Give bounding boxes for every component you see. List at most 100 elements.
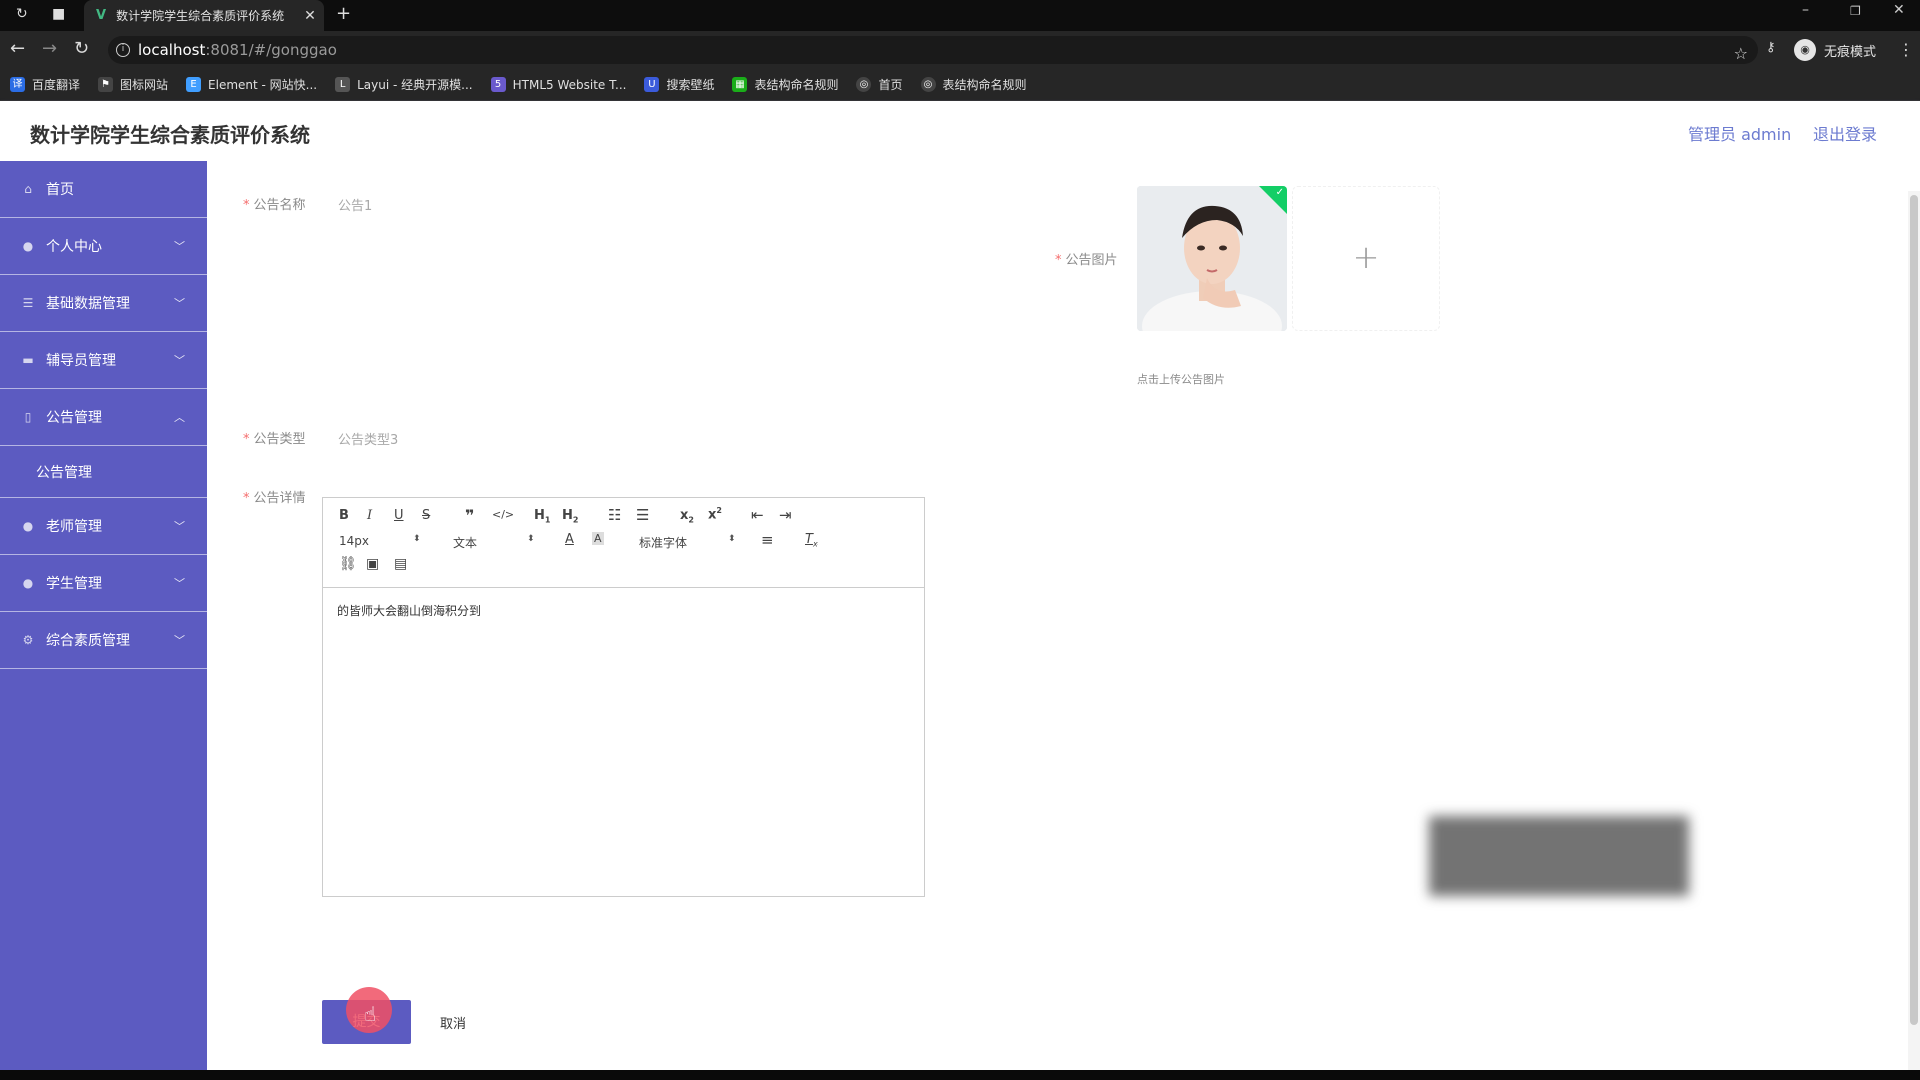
sidebar-item-home[interactable]: ⌂ 首页 bbox=[0, 161, 207, 218]
user-icon: ● bbox=[22, 576, 34, 590]
bookmark-item[interactable]: U 搜索壁纸 bbox=[644, 76, 714, 93]
browser-tab[interactable]: V 数计学院学生综合素质评价系统 ✕ bbox=[84, 0, 324, 31]
browser-menu-icon[interactable]: ⋮ bbox=[1898, 40, 1914, 59]
bookmark-item[interactable]: E Element - 网站快... bbox=[186, 76, 317, 93]
site-info-icon[interactable]: i bbox=[116, 43, 130, 57]
layui-icon: L bbox=[335, 77, 351, 92]
tab-title: 数计学院学生综合素质评价系统 bbox=[116, 9, 285, 23]
sidebar-subitem-notice-manage[interactable]: 公告管理 bbox=[0, 446, 207, 498]
new-tab-icon[interactable]: + bbox=[336, 3, 351, 24]
close-window-icon[interactable]: ✕ bbox=[1893, 2, 1905, 18]
restore-icon[interactable]: ❐ bbox=[1850, 4, 1861, 18]
required-mark: * bbox=[243, 198, 250, 213]
browser-toolbar: ← → ↻ i localhost:8081/#/gonggao ☆ bbox=[0, 31, 1920, 69]
blurred-watermark bbox=[1429, 816, 1689, 896]
editor-content[interactable]: 的皆师大会翻山倒海积分到 bbox=[323, 588, 924, 633]
indent-icon[interactable]: ⇥ bbox=[779, 506, 792, 524]
chevron-down-icon: ﹀ bbox=[174, 240, 185, 253]
required-mark: * bbox=[243, 491, 250, 506]
tab-search-icon[interactable]: ■ bbox=[52, 6, 65, 22]
cancel-button[interactable]: 取消 bbox=[440, 1013, 466, 1032]
bookmark-item[interactable]: ⚑ 图标网站 bbox=[98, 76, 168, 93]
sidebar-item-label: 基础数据管理 bbox=[46, 296, 130, 312]
notice-type-label: * 公告类型 bbox=[243, 432, 306, 447]
superscript-icon[interactable]: x2 bbox=[708, 506, 722, 522]
sidebar-item-label: 辅导员管理 bbox=[46, 353, 116, 369]
code-block-icon[interactable]: </> bbox=[492, 508, 514, 521]
upload-add-button[interactable]: + bbox=[1292, 186, 1440, 331]
sidebar-item-base-data[interactable]: ☰ 基础数据管理 ﹀ bbox=[0, 275, 207, 332]
bookmark-item[interactable]: ◎ 首页 bbox=[856, 76, 903, 93]
font-family-select[interactable]: 标准字体 ⬍ bbox=[639, 534, 739, 552]
video-icon[interactable]: ▤ bbox=[394, 556, 407, 572]
scrollbar-thumb[interactable] bbox=[1910, 195, 1918, 1025]
strike-icon[interactable]: S bbox=[422, 508, 430, 523]
incognito-indicator[interactable]: ◉ 无痕模式 bbox=[1794, 39, 1876, 61]
sidebar-item-student[interactable]: ● 学生管理 ﹀ bbox=[0, 555, 207, 612]
link-icon[interactable]: ⛓ bbox=[339, 556, 357, 572]
select-arrows-icon: ⬍ bbox=[413, 534, 421, 544]
blockquote-icon[interactable]: ❞ bbox=[465, 506, 474, 525]
sidebar-item-label: 综合素质管理 bbox=[46, 633, 130, 649]
sidebar-item-label: 个人中心 bbox=[46, 239, 102, 255]
bookmark-star-icon[interactable]: ☆ bbox=[1734, 40, 1748, 68]
bullet-list-icon[interactable]: ☰ bbox=[636, 506, 649, 524]
bookmark-item[interactable]: 5 HTML5 Website T... bbox=[490, 77, 626, 92]
element-icon: E bbox=[186, 77, 202, 92]
incognito-label: 无痕模式 bbox=[1824, 44, 1877, 60]
sidebar-item-personal-center[interactable]: ● 个人中心 ﹀ bbox=[0, 218, 207, 275]
select-arrows-icon: ⬍ bbox=[728, 534, 736, 544]
logout-link[interactable]: 退出登录 bbox=[1813, 121, 1877, 145]
notice-image-label: * 公告图片 bbox=[1055, 253, 1118, 268]
header1-icon[interactable]: H1 bbox=[534, 508, 550, 525]
key-icon[interactable]: ⚷ bbox=[1766, 40, 1776, 55]
sidebar-subitem-label: 公告管理 bbox=[36, 464, 92, 481]
bold-icon[interactable]: B bbox=[339, 508, 349, 523]
underline-icon[interactable]: U bbox=[394, 508, 404, 523]
bookmark-item[interactable]: L Layui - 经典开源模... bbox=[335, 76, 473, 93]
notice-name-input[interactable]: 公告1 bbox=[338, 195, 838, 214]
tab-close-icon[interactable]: ✕ bbox=[296, 8, 324, 24]
image-icon[interactable]: ▣ bbox=[366, 556, 379, 572]
header2-icon[interactable]: H2 bbox=[562, 508, 578, 525]
minimize-icon[interactable]: – bbox=[1802, 2, 1809, 18]
bookmark-item[interactable]: 译百度翻译 bbox=[10, 76, 80, 93]
sidebar-item-label: 老师管理 bbox=[46, 519, 102, 535]
chevron-down-icon: ﹀ bbox=[174, 354, 185, 367]
browser-app-icon[interactable]: ↻ bbox=[16, 6, 28, 22]
chevron-down-icon: ﹀ bbox=[174, 520, 185, 533]
globe-icon: ◎ bbox=[920, 77, 936, 92]
mic-icon: ▯ bbox=[24, 410, 32, 424]
italic-icon[interactable]: I bbox=[367, 508, 372, 523]
chevron-up-icon: ︿ bbox=[174, 411, 185, 424]
uploaded-image[interactable]: ✓ bbox=[1137, 186, 1287, 331]
forward-icon[interactable]: → bbox=[42, 39, 57, 59]
address-bar[interactable]: i localhost:8081/#/gonggao ☆ bbox=[108, 36, 1758, 64]
ordered-list-icon[interactable]: ☷ bbox=[608, 506, 621, 524]
translate-icon: 译 bbox=[10, 77, 25, 92]
clean-format-icon[interactable]: Tx bbox=[805, 532, 818, 549]
flag-icon: ⚑ bbox=[98, 77, 114, 92]
bottom-edge bbox=[0, 1070, 1920, 1080]
outdent-icon[interactable]: ⇤ bbox=[751, 506, 764, 524]
sidebar-item-counselor[interactable]: ▬ 辅导员管理 ﹀ bbox=[0, 332, 207, 389]
notice-type-select[interactable]: 公告类型3 bbox=[338, 429, 838, 448]
header-select[interactable]: 文本 ⬍ bbox=[453, 534, 538, 552]
sidebar-item-label: 公告管理 bbox=[46, 410, 102, 426]
text-color-icon[interactable]: A bbox=[565, 532, 574, 547]
bookmarks-bar: 译百度翻译 ⚑ 图标网站 E Element - 网站快... L Layui - 经… bbox=[0, 69, 1920, 101]
reload-icon[interactable]: ↻ bbox=[74, 39, 89, 59]
sidebar-item-quality[interactable]: ⚙ 综合素质管理 ﹀ bbox=[0, 612, 207, 669]
sidebar-item-teacher[interactable]: ● 老师管理 ﹀ bbox=[0, 498, 207, 555]
align-icon[interactable]: ≡ bbox=[761, 531, 774, 549]
bookmark-item[interactable]: ▦ 表结构命名规则 bbox=[732, 76, 838, 93]
font-size-select[interactable]: 14px ⬍ bbox=[339, 534, 424, 552]
back-icon[interactable]: ← bbox=[10, 39, 25, 59]
subscript-icon[interactable]: x2 bbox=[680, 508, 694, 525]
sidebar-item-label: 学生管理 bbox=[46, 576, 102, 592]
sidebar: ⌂ 首页 ● 个人中心 ﹀ ☰ 基础数据管理 ﹀ ▬ 辅导员管理 ﹀ ▯ 公告管… bbox=[0, 161, 207, 1070]
background-color-icon[interactable]: A bbox=[592, 532, 604, 545]
sidebar-item-notice[interactable]: ▯ 公告管理 ︿ bbox=[0, 389, 207, 446]
bookmark-item[interactable]: ◎ 表结构命名规则 bbox=[920, 76, 1027, 93]
required-mark: * bbox=[243, 432, 250, 447]
